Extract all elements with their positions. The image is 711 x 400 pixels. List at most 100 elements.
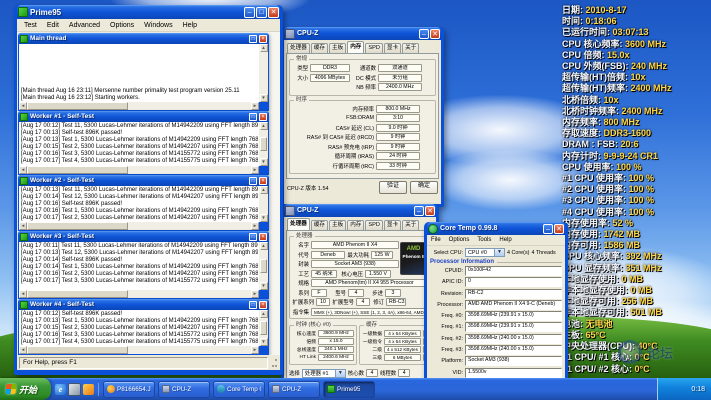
vertical-scrollbar[interactable]: ▲▼ <box>258 44 268 102</box>
menu-item[interactable]: Advanced <box>64 22 105 29</box>
maximize-button[interactable]: □ <box>249 233 257 241</box>
scroll-left-icon[interactable]: ◄ <box>19 222 27 230</box>
menu-item[interactable]: Options <box>105 22 139 29</box>
horizontal-scrollbar[interactable]: ◄► <box>19 289 259 298</box>
scrollbar-thumb[interactable] <box>27 166 128 174</box>
tray-clock[interactable]: 0:18 <box>691 386 705 393</box>
scroll-down-icon[interactable]: ▼ <box>260 158 268 166</box>
scrollbar-thumb[interactable] <box>260 259 267 273</box>
cpuz-tab[interactable]: 内存 <box>347 41 364 53</box>
cpuz-tab[interactable]: 主板 <box>329 43 346 53</box>
scroll-up-icon[interactable]: ▲ <box>260 122 268 130</box>
show-desktop-icon[interactable] <box>68 383 81 396</box>
cpuz-tab[interactable]: 内存 <box>347 220 364 230</box>
scroll-up-icon[interactable]: ▲ <box>260 242 268 250</box>
taskbar-button[interactable]: CPU-Z <box>158 381 210 398</box>
vertical-scrollbar[interactable]: ▲▼ <box>258 122 268 166</box>
chevron-down-icon[interactable]: ▼ <box>494 249 504 256</box>
close-button[interactable]: × <box>259 177 267 185</box>
scrollbar-thumb[interactable] <box>260 137 267 151</box>
worker1-titlebar[interactable]: Worker #1 - Self-Test □ × <box>19 111 268 122</box>
vertical-scrollbar[interactable]: ▲▼ <box>258 186 268 222</box>
scroll-down-icon[interactable]: ▼ <box>260 214 268 222</box>
maximize-button[interactable]: □ <box>249 35 257 43</box>
scroll-right-icon[interactable]: ► <box>251 290 259 298</box>
prime95-titlebar[interactable]: Prime95 – □ ✕ <box>17 5 280 19</box>
scroll-up-icon[interactable]: ▲ <box>260 310 268 318</box>
maximize-button[interactable]: □ <box>249 301 257 309</box>
menu-item[interactable]: Test <box>19 22 42 29</box>
start-button[interactable]: 开始 <box>0 378 51 400</box>
horizontal-scrollbar[interactable]: ◄► <box>19 345 259 354</box>
menu-item[interactable]: Tools <box>473 237 495 243</box>
vertical-scrollbar[interactable]: ▲▼ <box>258 310 268 346</box>
scrollbar-thumb[interactable] <box>27 102 128 110</box>
processor-select[interactable]: 处理器 #1 ▼ <box>302 369 346 378</box>
maximize-button[interactable]: □ <box>249 113 257 121</box>
scrollbar-thumb[interactable] <box>27 290 128 298</box>
scroll-left-icon[interactable]: ◄ <box>19 102 27 110</box>
menu-item[interactable]: File <box>427 237 445 243</box>
scroll-up-icon[interactable]: ▲ <box>260 186 268 194</box>
cpuz-tab[interactable]: 处理器 <box>287 43 310 53</box>
close-button[interactable]: ✕ <box>554 224 564 234</box>
scroll-left-icon[interactable]: ◄ <box>19 346 27 354</box>
cpuz-memory-titlebar[interactable]: CPU-Z – ✕ <box>284 27 441 40</box>
cpu-select[interactable]: CPU #0 ▼ <box>465 248 505 257</box>
menu-item[interactable]: Windows <box>139 22 177 29</box>
close-button[interactable]: ✕ <box>268 7 279 18</box>
worker2-titlebar[interactable]: Worker #2 - Self-Test □ × <box>19 175 268 186</box>
scroll-right-icon[interactable]: ► <box>251 222 259 230</box>
scroll-down-icon[interactable]: ▼ <box>260 338 268 346</box>
media-player-icon[interactable] <box>83 384 94 395</box>
resize-grip[interactable] <box>268 358 278 368</box>
menu-item[interactable]: Options <box>445 237 474 243</box>
internet-explorer-icon[interactable]: e <box>55 384 66 395</box>
cpuz-tab[interactable]: 缓存 <box>311 43 328 53</box>
close-button[interactable]: ✕ <box>430 29 440 39</box>
scroll-up-icon[interactable]: ▲ <box>260 44 268 52</box>
scroll-down-icon[interactable]: ▼ <box>260 282 268 290</box>
chevron-down-icon[interactable]: ▼ <box>335 370 345 377</box>
scroll-right-icon[interactable]: ► <box>251 166 259 174</box>
taskbar-button[interactable]: P8166654.JPG <box>103 381 155 398</box>
worker4-titlebar[interactable]: Worker #4 - Self-Test □ × <box>19 299 268 310</box>
minimize-button[interactable]: – <box>244 7 255 18</box>
menu-item[interactable]: Help <box>495 237 515 243</box>
cpuz-tab[interactable]: 缓存 <box>311 220 328 230</box>
cpuz-tab[interactable]: 显卡 <box>384 220 401 230</box>
close-button[interactable]: ✕ <box>425 206 435 216</box>
cpuz-tab[interactable]: 关于 <box>402 220 419 230</box>
coretemp-titlebar[interactable]: Core Temp 0.99.8 – ✕ <box>427 222 565 235</box>
scrollbar-thumb[interactable] <box>27 222 128 230</box>
horizontal-scrollbar[interactable]: ◄► <box>19 221 259 230</box>
minimize-button[interactable]: – <box>543 224 553 234</box>
minimize-button[interactable]: – <box>419 29 429 39</box>
cpuz-tab[interactable]: 处理器 <box>287 218 310 230</box>
cpuz-tab[interactable]: 显卡 <box>384 43 401 53</box>
cpuz-tab[interactable]: 关于 <box>402 43 419 53</box>
menu-item[interactable]: Help <box>178 22 202 29</box>
scroll-down-icon[interactable]: ▼ <box>260 94 268 102</box>
vertical-scrollbar[interactable]: ▲▼ <box>258 242 268 290</box>
cpuz-tab[interactable]: SPD <box>365 43 383 53</box>
scroll-left-icon[interactable]: ◄ <box>19 166 27 174</box>
scroll-left-icon[interactable]: ◄ <box>19 290 27 298</box>
horizontal-scrollbar[interactable]: ◄► <box>19 165 259 174</box>
menu-item[interactable]: Edit <box>42 22 64 29</box>
scrollbar-thumb[interactable] <box>260 321 267 335</box>
ok-button[interactable]: 确定 <box>410 181 438 194</box>
cpuz-cpu-titlebar[interactable]: CPU-Z – ✕ <box>284 204 436 217</box>
main-thread-titlebar[interactable]: Main thread □ × <box>19 33 268 44</box>
scroll-right-icon[interactable]: ► <box>251 346 259 354</box>
horizontal-scrollbar[interactable]: ◄► <box>19 101 259 110</box>
scrollbar-thumb[interactable] <box>27 346 128 354</box>
minimize-button[interactable]: – <box>414 206 424 216</box>
maximize-button[interactable]: □ <box>249 177 257 185</box>
close-button[interactable]: × <box>259 113 267 121</box>
taskbar-button[interactable]: Prime95 <box>323 381 375 398</box>
taskbar-button[interactable]: Core Temp 0... <box>213 381 265 398</box>
taskbar-button[interactable]: CPU-Z <box>268 381 320 398</box>
close-button[interactable]: × <box>259 301 267 309</box>
scroll-right-icon[interactable]: ► <box>251 102 259 110</box>
